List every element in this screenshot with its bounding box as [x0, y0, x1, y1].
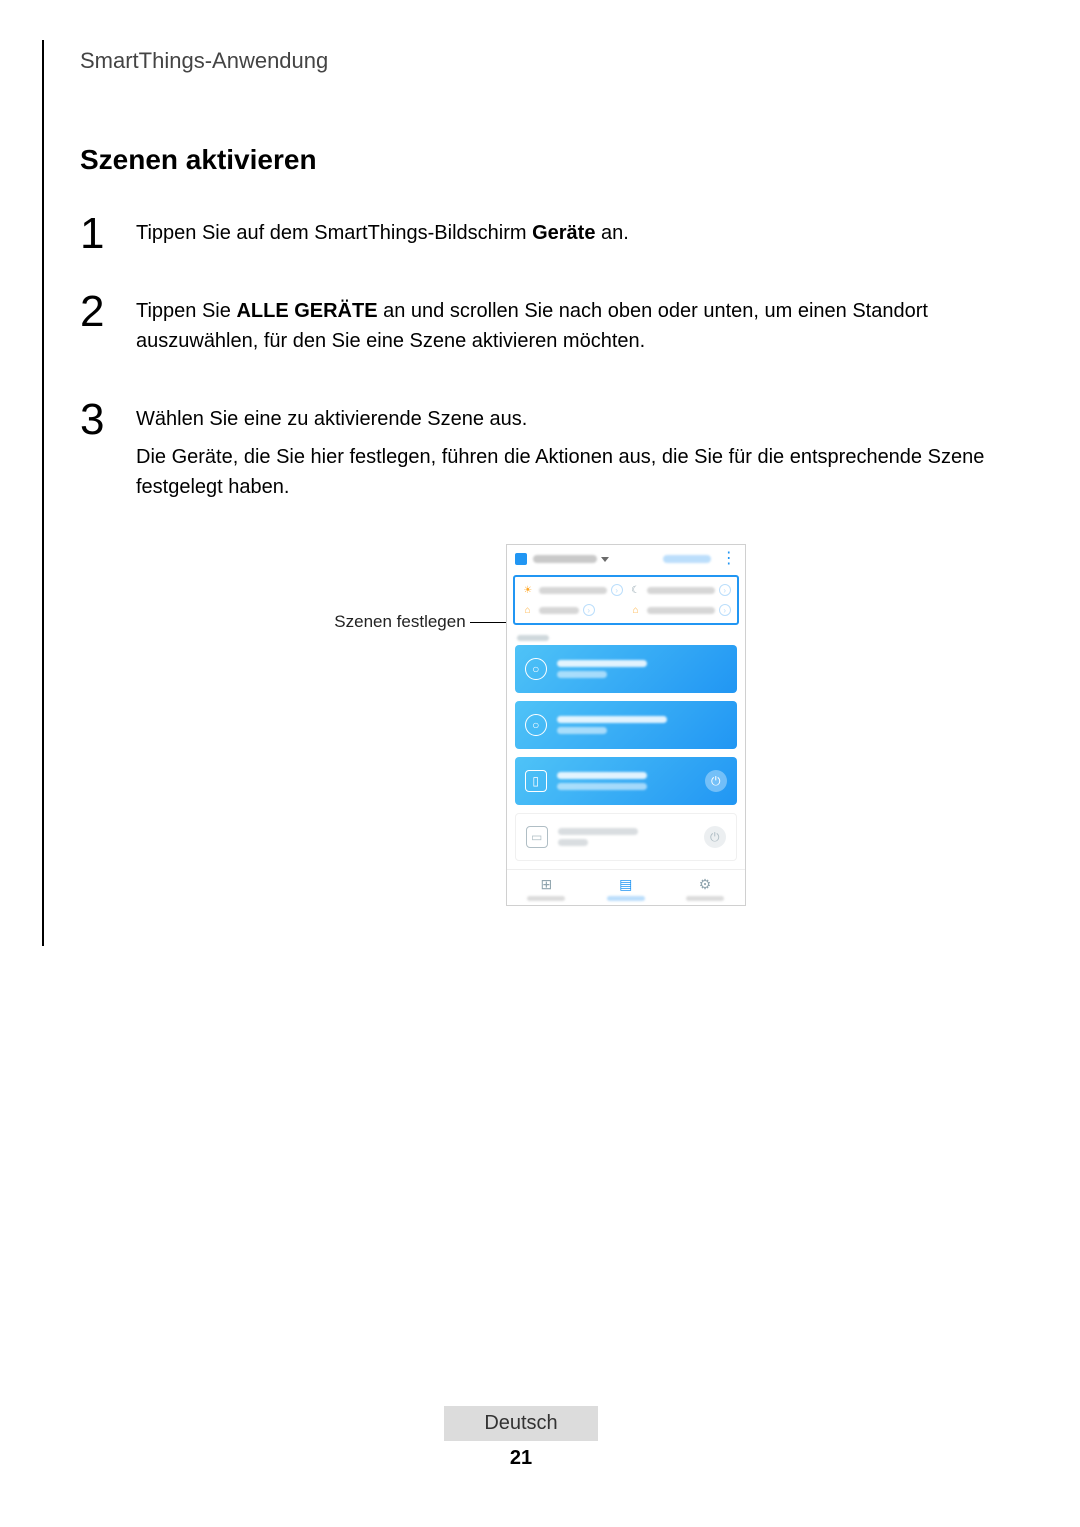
scene-item[interactable]: ⌂ ›: [521, 603, 623, 617]
dashboard-icon: ⊞: [540, 876, 552, 893]
scenes-panel: ☀ › ☾ › ⌂ ›: [513, 575, 739, 625]
scene-item[interactable]: ⌂ ›: [629, 603, 731, 617]
footer-language: Deutsch: [444, 1406, 597, 1441]
devices-icon: ▤: [619, 876, 632, 893]
power-icon[interactable]: ⏻: [704, 826, 726, 848]
step-text: Tippen Sie auf dem SmartThings-Bildschir…: [136, 212, 629, 256]
ac-icon: ▯: [525, 770, 547, 792]
step-line: Die Geräte, die Sie hier festlegen, führ…: [136, 442, 1000, 502]
tab-label: [686, 896, 724, 901]
power-icon[interactable]: ⏻: [705, 770, 727, 792]
device-title: [558, 828, 638, 835]
scene-run-icon[interactable]: ›: [719, 584, 731, 596]
step-text: Wählen Sie eine zu aktivierende Szene au…: [136, 398, 1000, 510]
tab-label: [607, 896, 645, 901]
device-card[interactable]: ▯ ⏻: [515, 757, 737, 805]
scene-item[interactable]: ☀ ›: [521, 583, 623, 597]
step-text-fragment: Tippen Sie auf dem SmartThings-Bildschir…: [136, 222, 532, 244]
scene-label: [539, 587, 607, 594]
callout-label: Szenen festlegen: [334, 612, 505, 632]
step-number: 3: [80, 398, 120, 442]
grid-icon[interactable]: [515, 553, 527, 565]
step-text-fragment: Tippen Sie: [136, 300, 236, 322]
device-list: ○ ○ ▯: [507, 645, 745, 869]
more-icon[interactable]: ⋮: [721, 554, 737, 564]
scene-label: [647, 587, 715, 594]
tab-dashboard[interactable]: ⊞: [507, 876, 586, 901]
device-card[interactable]: ○: [515, 701, 737, 749]
app-topbar: ⋮: [507, 545, 745, 571]
step-number: 2: [80, 290, 120, 334]
step-bold: ALLE GERÄTE: [236, 300, 377, 322]
chevron-down-icon[interactable]: [601, 557, 609, 562]
device-card[interactable]: ▭ ⏻: [515, 813, 737, 861]
device-title: [557, 716, 667, 723]
home-out-icon: ⌂: [521, 603, 535, 617]
scene-run-icon[interactable]: ›: [719, 604, 731, 616]
scene-run-icon[interactable]: ›: [611, 584, 623, 596]
location-dropdown[interactable]: [533, 555, 597, 563]
home-in-icon: ⌂: [629, 603, 643, 617]
moon-icon: ☾: [629, 583, 643, 597]
step-line: Wählen Sie eine zu aktivierende Szene au…: [136, 404, 1000, 434]
scene-label: [647, 607, 715, 614]
page-number: 21: [42, 1447, 1000, 1470]
step-text-fragment: an.: [595, 222, 628, 244]
scene-item[interactable]: ☾ ›: [629, 583, 731, 597]
device-status: [558, 839, 588, 846]
running-head: SmartThings-Anwendung: [80, 48, 1000, 74]
hub-icon: ○: [525, 714, 547, 736]
step-number: 1: [80, 212, 120, 256]
hub-icon: ○: [525, 658, 547, 680]
automations-icon: ⚙: [699, 876, 712, 893]
section-label: [507, 633, 745, 645]
steps-list: 1 Tippen Sie auf dem SmartThings-Bildsch…: [80, 212, 1000, 510]
step-text: Tippen Sie ALLE GERÄTE an und scrollen S…: [136, 290, 1000, 364]
section-heading: Szenen aktivieren: [80, 144, 1000, 176]
tv-icon: ▭: [526, 826, 548, 848]
step-bold: Geräte: [532, 222, 595, 244]
device-status: [557, 727, 607, 734]
sun-icon: ☀: [521, 583, 535, 597]
device-status: [557, 783, 647, 790]
scene-run-icon[interactable]: ›: [583, 604, 595, 616]
phone-mock: ⋮ ☀ › ☾ ›: [506, 544, 746, 906]
scene-label: [539, 607, 579, 614]
tab-automations[interactable]: ⚙: [665, 876, 744, 901]
tab-label: [527, 896, 565, 901]
device-title: [557, 660, 647, 667]
tab-devices[interactable]: ▤: [586, 876, 665, 901]
add-device-link[interactable]: [663, 555, 711, 563]
device-card[interactable]: ○: [515, 645, 737, 693]
page-footer: Deutsch 21: [42, 1406, 1000, 1470]
device-title: [557, 772, 647, 779]
device-status: [557, 671, 607, 678]
bottom-nav: ⊞ ▤ ⚙: [507, 869, 745, 905]
figure: Szenen festlegen ⋮ ☀ ›: [80, 544, 1000, 906]
